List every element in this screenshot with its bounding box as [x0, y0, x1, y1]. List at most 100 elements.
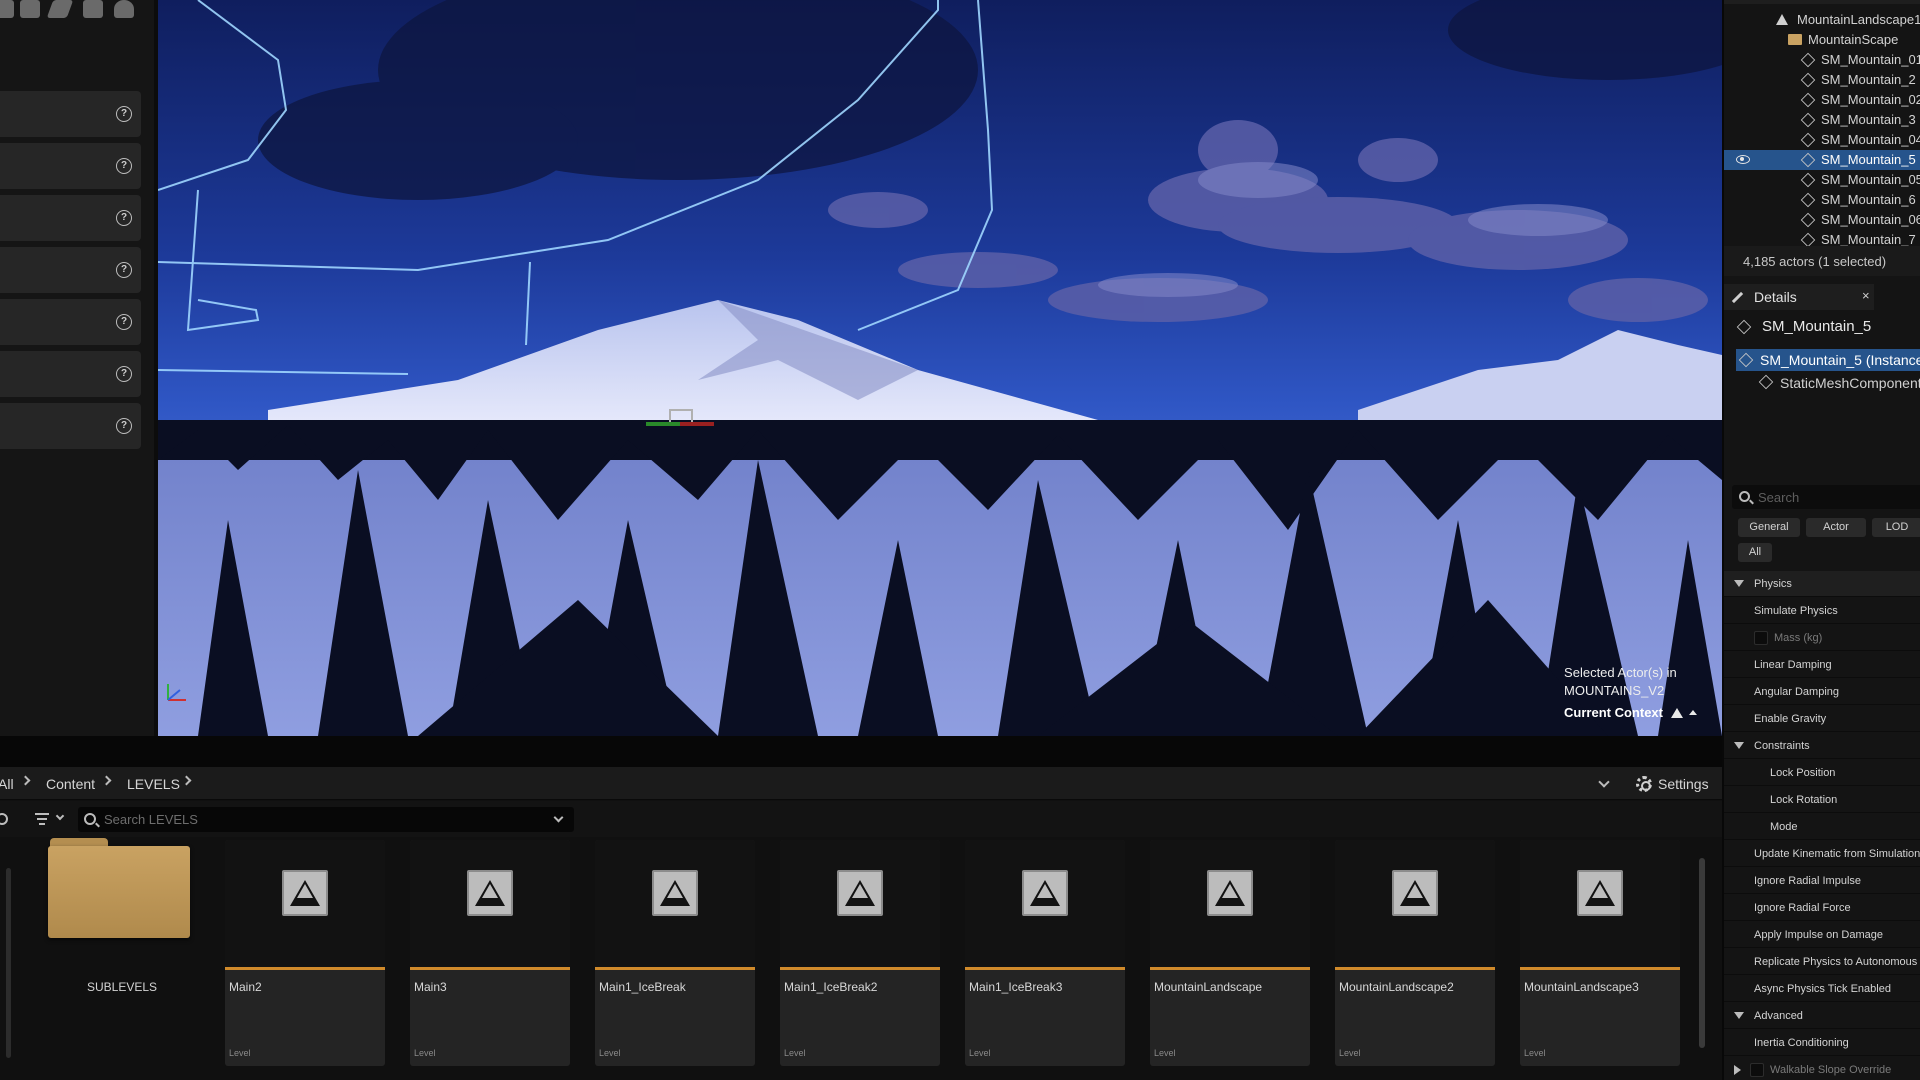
- property-label: Advanced: [1754, 1010, 1803, 1022]
- outliner-row[interactable]: SM_Mountain_3: [1724, 110, 1920, 130]
- search-levels-input[interactable]: [104, 810, 544, 829]
- breadcrumb-content[interactable]: Content: [46, 776, 95, 792]
- filter-all[interactable]: All: [1738, 543, 1772, 562]
- cube-shape-icon[interactable]: [83, 0, 103, 18]
- help-icon[interactable]: ?: [116, 210, 132, 226]
- folder-tile-sublevels[interactable]: SUBLEVELS: [48, 838, 196, 1038]
- chevron-right-icon[interactable]: [181, 775, 192, 786]
- mass-override-checkbox[interactable]: [1754, 631, 1768, 645]
- filter-lod[interactable]: LOD: [1872, 518, 1920, 537]
- folder-label: SUBLEVELS: [86, 980, 158, 994]
- asset-tile[interactable]: Main1_IceBreak Level: [595, 840, 755, 1066]
- subcategory-advanced[interactable]: Advanced: [1724, 1003, 1920, 1029]
- chevron-down-icon[interactable]: [553, 812, 564, 823]
- tab-details[interactable]: Details ×: [1724, 284, 1874, 310]
- left-row-2[interactable]: ?: [0, 143, 141, 189]
- outliner-row[interactable]: SM_Mountain_6: [1724, 190, 1920, 210]
- outliner-row-label: SM_Mountain_3: [1821, 112, 1916, 127]
- search-icon[interactable]: [0, 813, 8, 825]
- property-row[interactable]: Mass (kg): [1724, 625, 1920, 651]
- left-row-7[interactable]: ?: [0, 403, 141, 449]
- filter-button[interactable]: [35, 810, 67, 828]
- outliner-row-label: SM_Mountain_2: [1821, 72, 1916, 87]
- left-row-4[interactable]: ?: [0, 247, 141, 293]
- settings-button[interactable]: Settings: [1636, 773, 1709, 795]
- asset-tile[interactable]: Main1_IceBreak3 Level: [965, 840, 1125, 1066]
- level-icon: [1392, 870, 1438, 916]
- outliner-row[interactable]: SM_Mountain_04: [1724, 130, 1920, 150]
- toolbar-icon-1[interactable]: [0, 0, 14, 18]
- level-icon: [282, 870, 328, 916]
- chevron-down-icon[interactable]: [1598, 776, 1610, 788]
- asset-tile[interactable]: MountainLandscape3 Level: [1520, 840, 1680, 1066]
- asset-tile[interactable]: MountainLandscape2 Level: [1335, 840, 1495, 1066]
- property-row[interactable]: Update Kinematic from Simulation: [1724, 841, 1920, 867]
- property-row[interactable]: Walkable Slope Override: [1724, 1057, 1920, 1080]
- plane-shape-icon[interactable]: [46, 0, 74, 18]
- property-row[interactable]: Simulate Physics: [1724, 598, 1920, 624]
- property-label: Mode: [1770, 821, 1798, 833]
- help-icon[interactable]: ?: [116, 158, 132, 174]
- asset-tile[interactable]: MountainLandscape Level: [1150, 840, 1310, 1066]
- filter-general[interactable]: General: [1738, 518, 1800, 537]
- level-viewport[interactable]: Selected Actor(s) in MOUNTAINS_V2 Curren…: [158, 0, 1722, 736]
- outliner-row[interactable]: MountainScape: [1724, 30, 1920, 50]
- left-row-5[interactable]: ?: [0, 299, 141, 345]
- outliner-row[interactable]: SM_Mountain_2: [1724, 70, 1920, 90]
- outliner-row[interactable]: SM_Mountain_06: [1724, 210, 1920, 230]
- current-context-button[interactable]: Current Context: [1564, 704, 1697, 722]
- outliner-row[interactable]: SM_Mountain_02: [1724, 90, 1920, 110]
- left-row-1[interactable]: ?: [0, 91, 141, 137]
- property-row[interactable]: Mode: [1724, 814, 1920, 840]
- caret-right-icon[interactable]: [1734, 1065, 1741, 1075]
- property-row[interactable]: Linear Damping: [1724, 652, 1920, 678]
- panel-splitter[interactable]: [0, 736, 1722, 767]
- property-row[interactable]: Ignore Radial Force: [1724, 895, 1920, 921]
- asset-tile[interactable]: Main2 Level: [225, 840, 385, 1066]
- asset-grid-scrollbar[interactable]: [1699, 858, 1705, 1048]
- chevron-right-icon[interactable]: [101, 775, 112, 786]
- left-row-6[interactable]: ?: [0, 351, 141, 397]
- property-row[interactable]: Apply Impulse on Damage: [1724, 922, 1920, 948]
- search-levels-box: [78, 807, 574, 832]
- details-search-input[interactable]: [1758, 488, 1918, 506]
- actor-count-status: 4,185 actors (1 selected): [1724, 246, 1920, 276]
- help-icon[interactable]: ?: [116, 418, 132, 434]
- character-shape-icon[interactable]: [114, 0, 134, 18]
- property-row[interactable]: Angular Damping: [1724, 679, 1920, 705]
- component-instance-row[interactable]: SM_Mountain_5 (Instance): [1736, 349, 1920, 371]
- property-row[interactable]: Async Physics Tick Enabled: [1724, 976, 1920, 1002]
- property-row[interactable]: Replicate Physics to Autonomous Proxy: [1724, 949, 1920, 975]
- walkable-slope-checkbox[interactable]: [1750, 1063, 1764, 1077]
- help-icon[interactable]: ?: [116, 314, 132, 330]
- asset-tile[interactable]: Main1_IceBreak2 Level: [780, 840, 940, 1066]
- help-icon[interactable]: ?: [116, 366, 132, 382]
- outliner-row[interactable]: SM_Mountain_05: [1724, 170, 1920, 190]
- filter-actor[interactable]: Actor: [1806, 518, 1866, 537]
- eye-icon[interactable]: [1736, 155, 1750, 164]
- asset-tile[interactable]: Main3 Level: [410, 840, 570, 1066]
- details-tab-title: Details: [1754, 289, 1797, 305]
- property-row[interactable]: Ignore Radial Impulse: [1724, 868, 1920, 894]
- help-icon[interactable]: ?: [116, 262, 132, 278]
- subcategory-constraints[interactable]: Constraints: [1724, 733, 1920, 759]
- property-row[interactable]: Enable Gravity: [1724, 706, 1920, 732]
- property-row[interactable]: Lock Rotation: [1724, 787, 1920, 813]
- toolbar-icon-2[interactable]: [20, 0, 40, 18]
- outliner-row-selected[interactable]: SM_Mountain_5: [1724, 150, 1920, 170]
- asset-name: Main2: [229, 980, 262, 994]
- close-icon[interactable]: ×: [1862, 288, 1870, 303]
- breadcrumb-levels[interactable]: LEVELS: [127, 776, 180, 792]
- property-row[interactable]: Inertia Conditioning: [1724, 1030, 1920, 1056]
- selected-level-name: MOUNTAINS_V2: [1564, 683, 1665, 698]
- breadcrumb-all[interactable]: All: [0, 776, 14, 792]
- chevron-right-icon[interactable]: [20, 775, 31, 786]
- category-physics[interactable]: Physics: [1724, 571, 1920, 597]
- property-label: Lock Rotation: [1770, 794, 1838, 806]
- help-icon[interactable]: ?: [116, 106, 132, 122]
- left-row-3[interactable]: ?: [0, 195, 141, 241]
- outliner-row[interactable]: MountainLandscape1: [1724, 10, 1920, 30]
- sources-scrollbar[interactable]: [6, 868, 11, 1058]
- outliner-row[interactable]: SM_Mountain_01: [1724, 50, 1920, 70]
- property-row[interactable]: Lock Position: [1724, 760, 1920, 786]
